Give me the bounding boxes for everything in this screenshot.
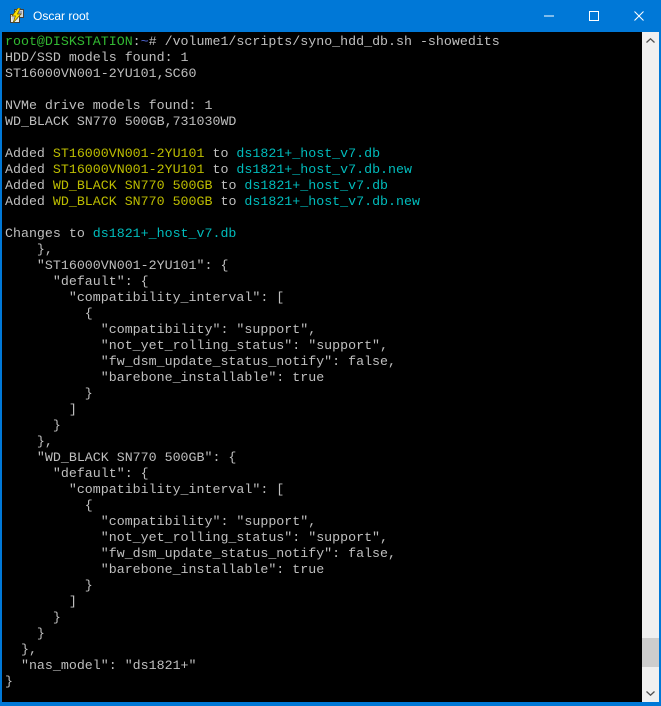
terminal-line: WD_BLACK SN770 500GB,731030WD bbox=[5, 114, 642, 130]
terminal-line: root@DISKSTATION:~# /volume1/scripts/syn… bbox=[5, 34, 642, 50]
window-title: Oscar root bbox=[33, 9, 526, 23]
terminal-line: "barebone_installable": true bbox=[5, 370, 642, 386]
close-button[interactable] bbox=[616, 0, 661, 32]
terminal-line: "compatibility": "support", bbox=[5, 514, 642, 530]
terminal-line bbox=[5, 210, 642, 226]
terminal-line: ] bbox=[5, 402, 642, 418]
terminal-line: "compatibility_interval": [ bbox=[5, 482, 642, 498]
terminal-line: "not_yet_rolling_status": "support", bbox=[5, 530, 642, 546]
scrollbar-track[interactable] bbox=[642, 49, 659, 685]
terminal-line: HDD/SSD models found: 1 bbox=[5, 50, 642, 66]
terminal-line: "ST16000VN001-2YU101": { bbox=[5, 258, 642, 274]
terminal-line: ST16000VN001-2YU101,SC60 bbox=[5, 66, 642, 82]
maximize-button[interactable] bbox=[571, 0, 616, 32]
terminal-line: } bbox=[5, 578, 642, 594]
terminal-line: }, bbox=[5, 242, 642, 258]
terminal-line: } bbox=[5, 626, 642, 642]
terminal-line: Added ST16000VN001-2YU101 to ds1821+_hos… bbox=[5, 146, 642, 162]
putty-terminals-lightning-icon bbox=[9, 8, 25, 24]
terminal-line: "nas_model": "ds1821+" bbox=[5, 658, 642, 674]
chevron-up-icon bbox=[646, 38, 655, 43]
scroll-down-button[interactable] bbox=[642, 685, 659, 702]
terminal-line: } bbox=[5, 386, 642, 402]
putty-app-icon[interactable] bbox=[9, 8, 25, 24]
terminal-line: "default": { bbox=[5, 466, 642, 482]
terminal-line: "WD_BLACK SN770 500GB": { bbox=[5, 450, 642, 466]
terminal-line: }, bbox=[5, 434, 642, 450]
close-icon bbox=[634, 11, 644, 21]
terminal-line: } bbox=[5, 418, 642, 434]
terminal-line: "fw_dsm_update_status_notify": false, bbox=[5, 354, 642, 370]
terminal-line: } bbox=[5, 610, 642, 626]
terminal-line bbox=[5, 130, 642, 146]
chevron-down-icon bbox=[646, 691, 655, 696]
minimize-button[interactable] bbox=[526, 0, 571, 32]
terminal-line: "default": { bbox=[5, 274, 642, 290]
terminal-line: ] bbox=[5, 594, 642, 610]
terminal-line: "compatibility_interval": [ bbox=[5, 290, 642, 306]
terminal-output[interactable]: root@DISKSTATION:~# /volume1/scripts/syn… bbox=[2, 32, 642, 702]
window-body: root@DISKSTATION:~# /volume1/scripts/syn… bbox=[0, 32, 661, 704]
terminal-line: Added WD_BLACK SN770 500GB to ds1821+_ho… bbox=[5, 194, 642, 210]
terminal-line: "compatibility": "support", bbox=[5, 322, 642, 338]
terminal-line: { bbox=[5, 306, 642, 322]
scroll-up-button[interactable] bbox=[642, 32, 659, 49]
terminal-line: }, bbox=[5, 642, 642, 658]
terminal-line: "not_yet_rolling_status": "support", bbox=[5, 338, 642, 354]
maximize-icon bbox=[589, 11, 599, 21]
window-controls bbox=[526, 0, 661, 32]
terminal-line: Added ST16000VN001-2YU101 to ds1821+_hos… bbox=[5, 162, 642, 178]
terminal-line: "barebone_installable": true bbox=[5, 562, 642, 578]
terminal-line: Added WD_BLACK SN770 500GB to ds1821+_ho… bbox=[5, 178, 642, 194]
scrollbar[interactable] bbox=[642, 32, 659, 702]
terminal-line: } bbox=[5, 674, 642, 690]
terminal-line: "fw_dsm_update_status_notify": false, bbox=[5, 546, 642, 562]
terminal-line: { bbox=[5, 498, 642, 514]
terminal-line: Changes to ds1821+_host_v7.db bbox=[5, 226, 642, 242]
terminal-line: NVMe drive models found: 1 bbox=[5, 98, 642, 114]
putty-window: Oscar root root@DISKSTATION:~# /volume1 bbox=[0, 0, 661, 706]
title-bar[interactable]: Oscar root bbox=[0, 0, 661, 32]
scrollbar-thumb[interactable] bbox=[642, 638, 659, 667]
terminal-line bbox=[5, 82, 642, 98]
minimize-icon bbox=[544, 11, 554, 21]
